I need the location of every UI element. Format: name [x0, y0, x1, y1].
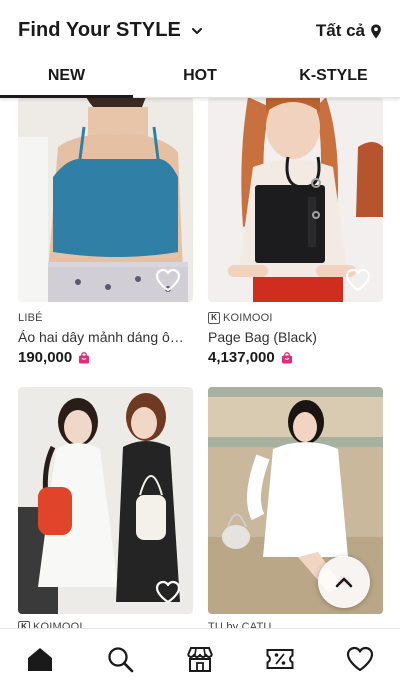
- product-brand: KOIMOOI: [223, 312, 273, 324]
- wishlist-heart-icon[interactable]: [155, 580, 181, 604]
- product-name[interactable]: Page Bag (Black): [208, 329, 383, 345]
- product-name[interactable]: Áo hai dây mảnh dáng ôm n...: [18, 329, 193, 345]
- product-brand: LIBÉ: [18, 312, 43, 324]
- region-label: Tất cả: [315, 21, 365, 40]
- product-image[interactable]: [18, 387, 193, 614]
- chevron-down-icon: [191, 27, 202, 34]
- product-card[interactable]: K KOIMOOI: [18, 387, 193, 634]
- coupon-icon[interactable]: [266, 645, 294, 673]
- location-pin-icon: [371, 23, 381, 39]
- wishlist-heart-icon[interactable]: [345, 268, 371, 292]
- scroll-to-top-button[interactable]: [318, 556, 370, 608]
- active-tab-indicator: [0, 95, 133, 98]
- tab-hot[interactable]: HOT: [133, 67, 267, 85]
- region-selector[interactable]: Tất cả: [316, 21, 382, 41]
- product-card[interactable]: K KOIMOOI Page Bag (Black) 4,137,000: [208, 97, 383, 366]
- page-title: Find Your STYLE: [18, 19, 181, 41]
- home-icon[interactable]: [26, 645, 54, 673]
- app-header: Find Your STYLE Tất cả: [0, 0, 400, 60]
- heart-icon[interactable]: [346, 645, 374, 673]
- product-price: 4,137,000: [208, 349, 275, 366]
- shopping-bag-icon: [79, 351, 90, 363]
- product-card[interactable]: LIBÉ Áo hai dây mảnh dáng ôm n... 190,00…: [18, 97, 193, 366]
- tab-new[interactable]: NEW: [0, 67, 133, 85]
- product-image[interactable]: [18, 97, 193, 302]
- chevron-up-icon: [335, 577, 353, 588]
- product-image[interactable]: [208, 97, 383, 302]
- search-icon[interactable]: [106, 645, 134, 673]
- style-selector[interactable]: Find Your STYLE: [18, 19, 203, 42]
- shopping-bag-icon: [281, 351, 292, 363]
- product-price: 190,000: [18, 349, 73, 366]
- store-icon[interactable]: [186, 645, 214, 673]
- brand-k-badge: K: [208, 312, 220, 324]
- bottom-navigation: [0, 628, 400, 688]
- category-tabs: NEW HOT K-STYLE: [0, 60, 400, 98]
- tab-k-style[interactable]: K-STYLE: [267, 67, 400, 85]
- wishlist-heart-icon[interactable]: [155, 268, 181, 292]
